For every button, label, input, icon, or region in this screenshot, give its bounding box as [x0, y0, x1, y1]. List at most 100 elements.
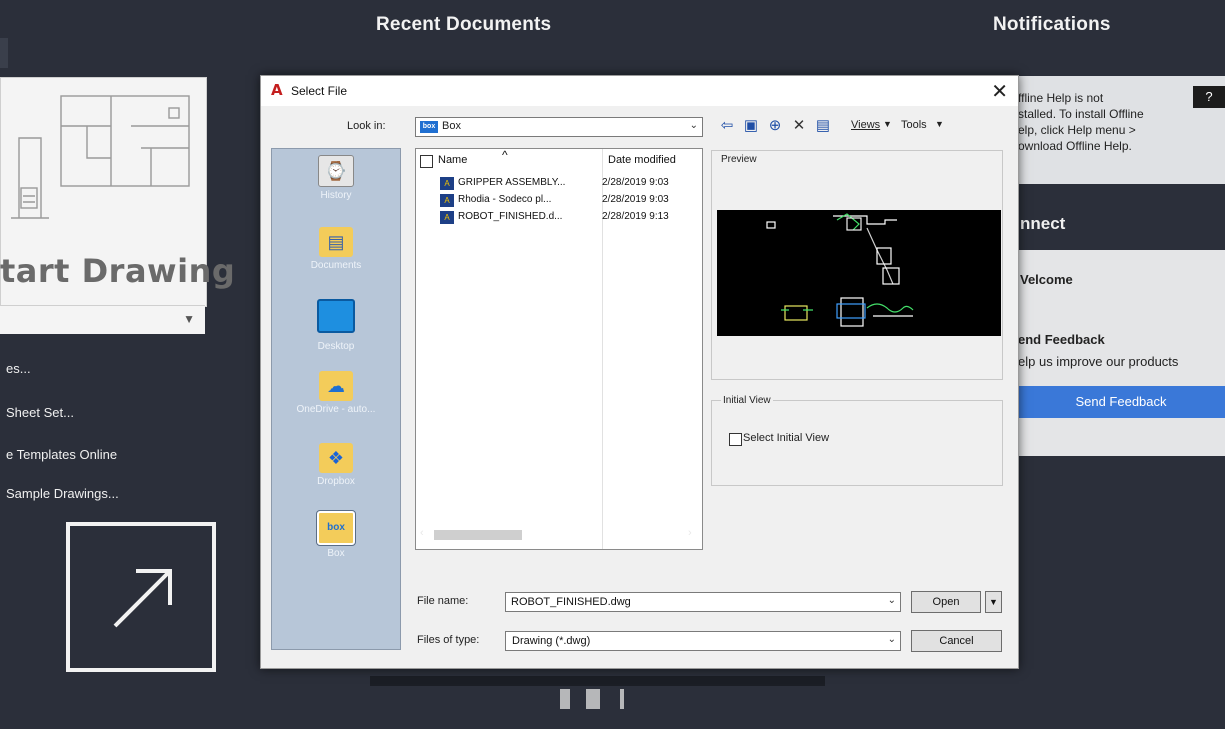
files-of-type-dropdown[interactable]: Drawing (*.dwg) ⌄ — [505, 631, 901, 651]
dialog-title-bar: A Select File ✕ — [261, 76, 1018, 106]
connect-header: nnect — [1020, 214, 1066, 233]
delete-icon[interactable]: ✕ — [789, 116, 809, 136]
send-feedback-title: end Feedback — [1018, 332, 1105, 347]
place-label-desktop: Desktop — [317, 341, 355, 352]
file-date: 2/28/2019 9:13 — [602, 211, 669, 222]
file-date: 2/28/2019 9:03 — [602, 194, 669, 205]
box-folder-icon: box — [420, 121, 438, 133]
files-of-type-value: Drawing (*.dwg) — [512, 635, 591, 647]
place-history[interactable]: ⌚ History — [272, 155, 400, 201]
place-dropbox[interactable]: ❖ Dropbox — [272, 443, 400, 487]
preview-label: Preview — [721, 154, 757, 165]
arrow-up-right-icon — [113, 569, 172, 628]
file-name: Rhodia - Sodeco pl... — [458, 194, 552, 205]
template-dropdown[interactable]: ▼ — [0, 305, 205, 334]
select-all-checkbox[interactable] — [420, 155, 433, 168]
new-folder-icon[interactable]: ▤ — [813, 116, 833, 136]
tools-menu[interactable]: Tools — [901, 119, 927, 131]
chevron-down-icon[interactable]: ⌄ — [690, 120, 698, 131]
documents-folder-icon: ▤ — [319, 227, 353, 257]
start-drawing-label[interactable]: tart Drawing — [0, 252, 235, 290]
initial-view-label: Initial View — [721, 395, 773, 406]
left-link-1[interactable]: es... — [6, 361, 31, 376]
file-row[interactable]: A Rhodia - Sodeco pl... 2/28/2019 9:03 — [440, 193, 702, 209]
left-link-templates-online[interactable]: e Templates Online — [6, 447, 117, 462]
cancel-button[interactable]: Cancel — [911, 630, 1002, 652]
file-list[interactable]: Name ^ Date modified A GRIPPER ASSEMBLY.… — [415, 148, 703, 550]
drawing-preview-image — [717, 210, 1001, 336]
dialog-title: Select File — [291, 84, 348, 98]
files-of-type-label: Files of type: — [417, 634, 480, 646]
place-label-dropbox: Dropbox — [317, 476, 355, 487]
tools-chevron-icon[interactable]: ▼ — [935, 119, 944, 129]
dwg-file-icon: A — [440, 194, 454, 207]
dropbox-folder-icon: ❖ — [319, 443, 353, 473]
file-name-label: File name: — [417, 595, 469, 607]
welcome-link[interactable]: Velcome — [1020, 272, 1073, 287]
column-separator — [602, 149, 603, 549]
file-date: 2/28/2019 9:03 — [602, 177, 669, 188]
box-folder-icon: box — [317, 511, 355, 545]
dwg-file-icon: A — [440, 211, 454, 224]
file-name: ROBOT_FINISHED.d... — [458, 211, 563, 222]
scroll-left-icon[interactable]: ‹ — [420, 527, 424, 539]
place-label-onedrive: OneDrive - auto... — [296, 404, 376, 415]
file-row[interactable]: A ROBOT_FINISHED.d... 2/28/2019 9:13 — [440, 210, 702, 226]
detail-view-icon[interactable] — [586, 689, 600, 709]
scroll-right-icon[interactable]: › — [688, 527, 692, 539]
file-name: GRIPPER ASSEMBLY... — [458, 177, 566, 188]
look-in-label: Look in: — [347, 120, 386, 132]
expand-arrow-tile[interactable] — [66, 522, 216, 672]
scroll-thumb[interactable] — [434, 530, 522, 540]
offline-help-message: ffline Help is not stalled. To install O… — [1018, 91, 1144, 153]
left-edge-fragment — [0, 38, 8, 68]
send-feedback-description: elp us improve our products — [1018, 354, 1179, 369]
select-initial-view-label[interactable]: Select Initial View — [743, 432, 829, 444]
back-icon[interactable]: ⇦ — [717, 116, 737, 136]
look-in-value: Box — [442, 120, 461, 132]
place-box[interactable]: box Box — [272, 511, 400, 559]
place-label-box: Box — [327, 548, 345, 559]
left-link-sample-drawings[interactable]: Sample Drawings... — [6, 486, 119, 501]
horizontal-scrollbar[interactable]: ‹ › — [420, 527, 698, 543]
autocad-logo-icon: A — [271, 81, 283, 99]
floorplan-thumbnail — [11, 95, 190, 219]
recent-documents-header: Recent Documents — [376, 14, 552, 35]
send-feedback-button[interactable]: Send Feedback — [1017, 386, 1225, 418]
place-label-documents: Documents — [310, 260, 362, 271]
divider-icon — [620, 689, 624, 709]
open-options-chevron-icon[interactable]: ▼ — [985, 591, 1002, 613]
list-view-icon[interactable] — [560, 689, 570, 709]
place-desktop[interactable]: Desktop — [272, 299, 400, 352]
chevron-down-icon[interactable]: ⌄ — [888, 595, 896, 606]
column-date-modified[interactable]: Date modified — [608, 154, 676, 166]
views-chevron-icon[interactable]: ▼ — [883, 119, 892, 129]
history-icon: ⌚ — [318, 155, 354, 187]
notifications-header: Notifications — [993, 14, 1111, 35]
file-row[interactable]: A GRIPPER ASSEMBLY... 2/28/2019 9:03 — [440, 176, 702, 192]
views-menu[interactable]: Views — [851, 119, 880, 131]
bottom-bar-fragment — [370, 676, 825, 686]
look-in-dropdown[interactable]: box Box ⌄ — [415, 117, 703, 137]
dwg-file-icon: A — [440, 177, 454, 190]
place-documents[interactable]: ▤ Documents — [272, 227, 400, 271]
chevron-down-icon[interactable]: ⌄ — [888, 634, 896, 645]
close-icon[interactable]: ✕ — [991, 79, 1008, 104]
file-name-input[interactable]: ROBOT_FINISHED.dwg ⌄ — [505, 592, 901, 612]
search-web-icon[interactable]: ⊕ — [765, 116, 785, 136]
help-icon[interactable]: ? — [1193, 86, 1225, 108]
column-name[interactable]: Name — [438, 154, 467, 166]
place-onedrive[interactable]: ☁ OneDrive - auto... — [272, 371, 400, 415]
open-button[interactable]: Open — [911, 591, 981, 613]
up-folder-icon[interactable]: ▣ — [741, 116, 761, 136]
select-file-dialog: A Select File ✕ Look in: box Box ⌄ ⇦ ▣ ⊕… — [260, 75, 1019, 669]
place-label-history: History — [320, 190, 352, 201]
file-name-value: ROBOT_FINISHED.dwg — [511, 596, 631, 608]
select-initial-view-checkbox[interactable] — [729, 433, 742, 446]
robot-drawing-preview — [766, 213, 914, 327]
sort-ascending-icon: ^ — [502, 148, 508, 162]
desktop-icon — [317, 299, 355, 333]
places-sidebar: ⌚ History ▤ Documents Desktop ☁ OneDrive… — [271, 148, 401, 650]
left-link-sheet-set[interactable]: Sheet Set... — [6, 405, 74, 420]
chevron-down-icon[interactable]: ▼ — [183, 312, 195, 326]
